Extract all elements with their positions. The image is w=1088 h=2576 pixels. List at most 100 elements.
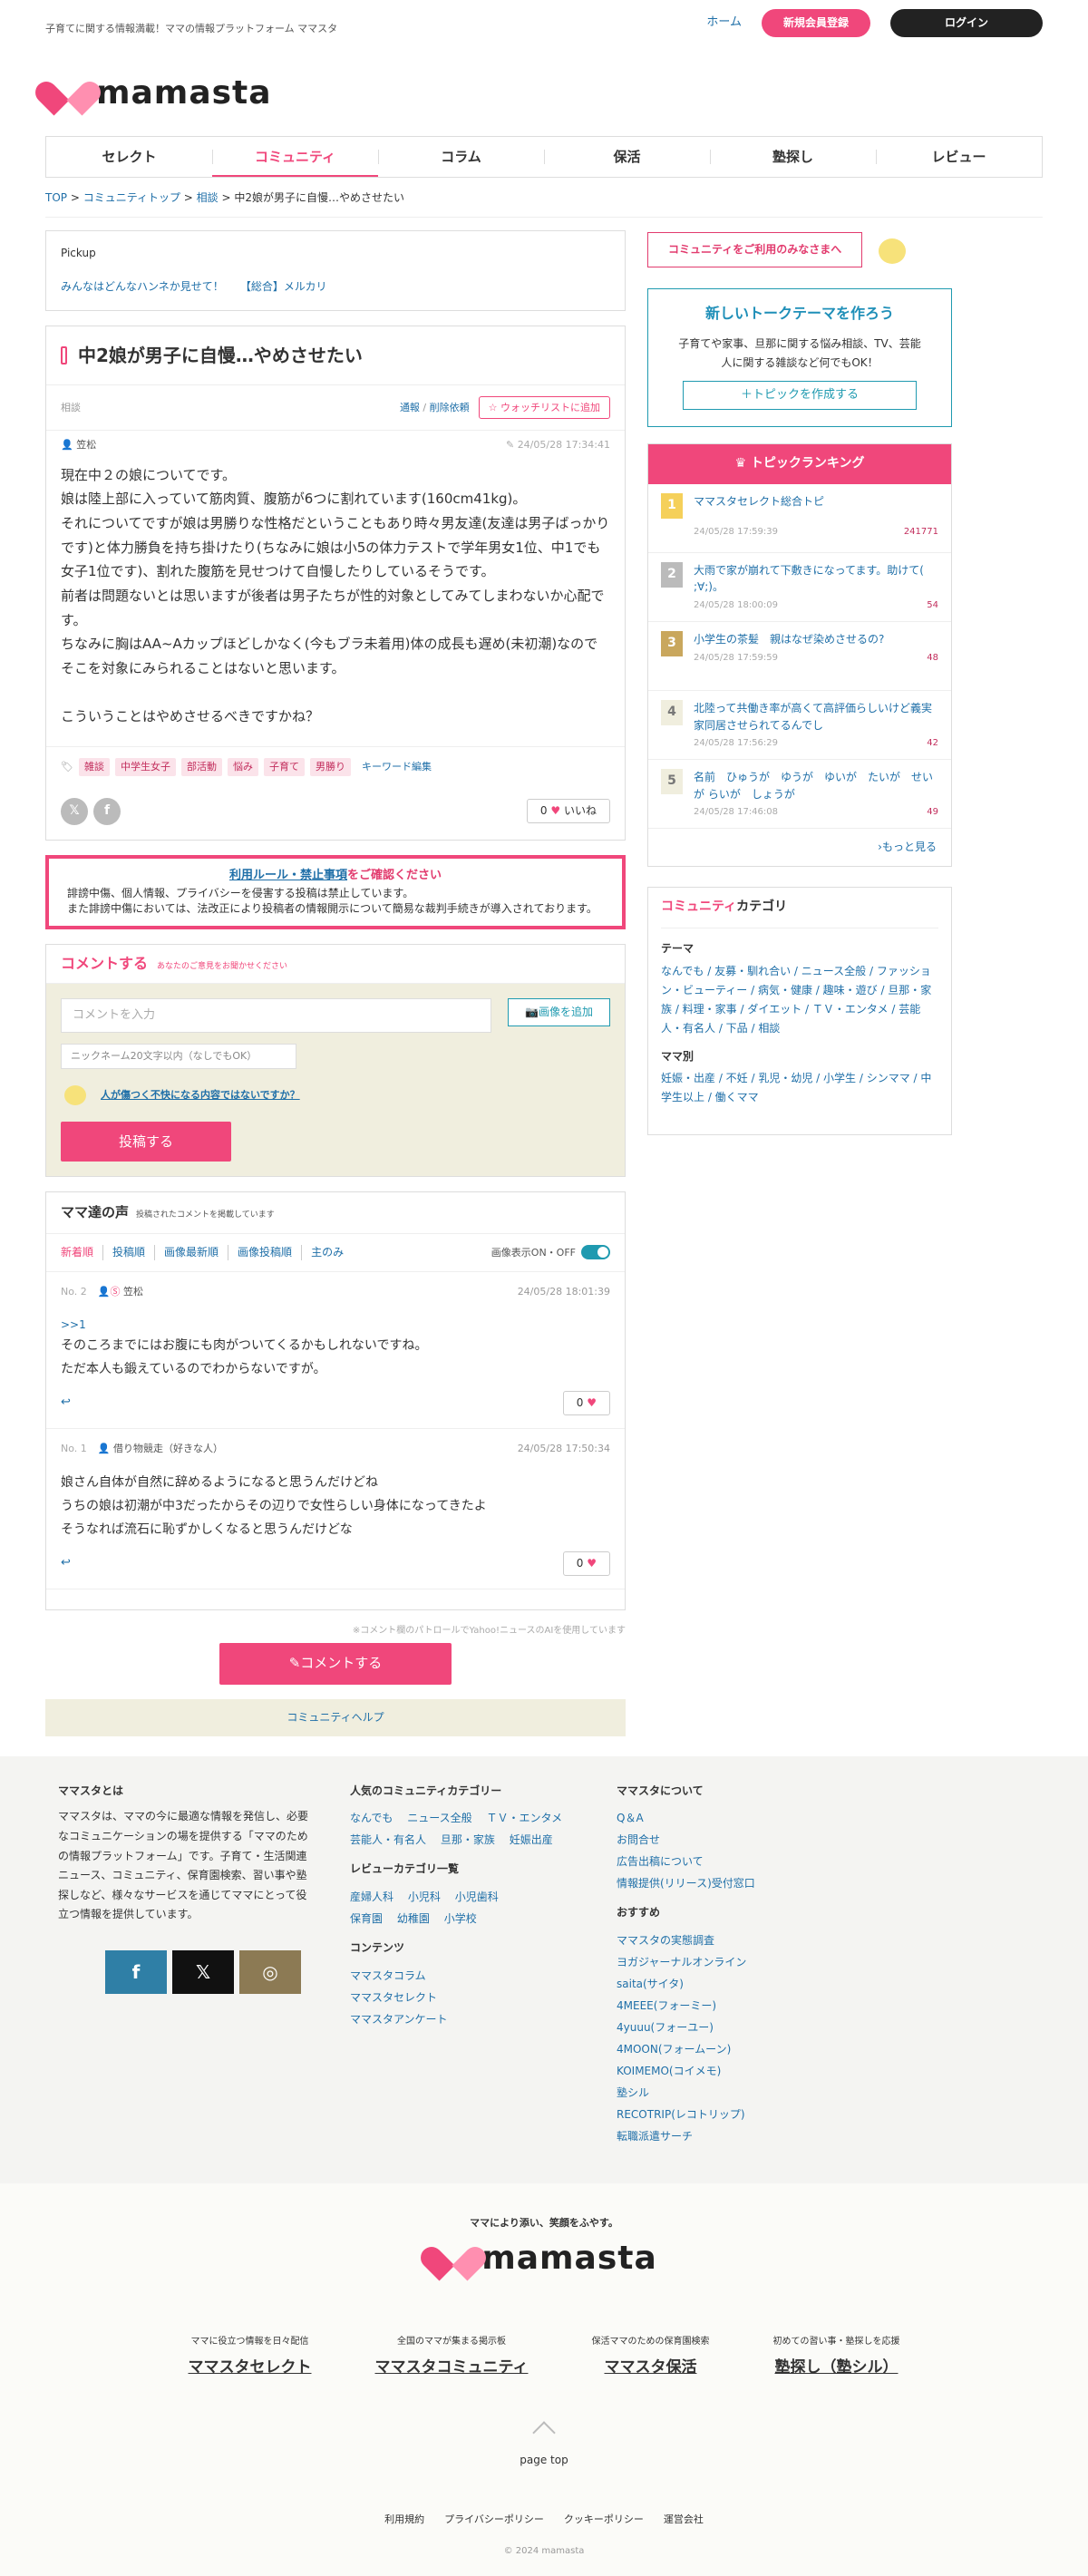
privacy-link[interactable]: プライバシーポリシー <box>444 2513 544 2526</box>
footer-link[interactable]: 4MOON(フォームーン) <box>617 2043 731 2056</box>
footer-link[interactable]: 芸能人・有名人 <box>350 1833 426 1846</box>
reply-icon[interactable]: ↩ <box>61 1555 71 1571</box>
instagram-icon[interactable]: ◎ <box>239 1949 301 1994</box>
tag[interactable]: 雑談 <box>78 758 110 776</box>
breadcrumb-community[interactable]: コミュニティトップ <box>83 191 180 204</box>
footer-link[interactable]: 情報提供(リリース)受付窓口 <box>617 1877 755 1890</box>
facebook-share-icon[interactable]: f <box>93 797 121 825</box>
nav-hokatsu[interactable]: 保活 <box>544 137 710 177</box>
ranking-topic-title[interactable]: 北陸って共働き率が高くて高評価らしいけど義実家同居させられてるんでし <box>694 700 938 734</box>
ranking-item[interactable]: 3 小学生の茶髪 親はなぜ染めさせるの? 24/05/28 17:59:59 48 <box>648 622 951 691</box>
register-button[interactable]: 新規会員登録 <box>761 9 870 37</box>
footer-link[interactable]: ＴＶ・エンタメ <box>486 1812 562 1824</box>
post-button[interactable]: 投稿する <box>61 1122 231 1162</box>
page-top-link[interactable]: page top <box>0 2421 1088 2468</box>
footer-link[interactable]: ニュース全般 <box>407 1812 471 1824</box>
nav-review[interactable]: レビュー <box>876 137 1042 177</box>
nav-community[interactable]: コミュニティ <box>212 137 378 177</box>
ranking-item[interactable]: 2 大雨で家が崩れて下敷きになってます。助けて( ;∀;)。 24/05/28 … <box>648 553 951 622</box>
sort-newest[interactable]: 新着順 <box>61 1245 102 1260</box>
nav-juku[interactable]: 塾探し <box>710 137 876 177</box>
add-image-button[interactable]: 📷画像を追加 <box>508 998 610 1026</box>
ranking-item[interactable]: 4 北陸って共働き率が高くて高評価らしいけど義実家同居させられてるんでし 24/… <box>648 691 951 761</box>
footer-link[interactable]: 産婦人科 <box>350 1891 393 1903</box>
comment-like-button[interactable]: 0 ♥ <box>562 1391 610 1415</box>
footer-link[interactable]: ママスタアンケート <box>350 2013 448 2026</box>
keyword-edit-link[interactable]: キーワード編集 <box>362 760 432 773</box>
nickname-input[interactable]: ニックネーム20文字以内（なしでもOK） <box>61 1044 296 1069</box>
service-link[interactable]: 保活ママのための保育園検索 ママスタ保活 <box>591 2336 709 2379</box>
breadcrumb-top[interactable]: TOP <box>45 191 67 204</box>
footer-link[interactable]: 保育園 <box>350 1912 383 1925</box>
rules-link[interactable]: 利用ルール・禁止事項 <box>229 869 347 882</box>
ranking-topic-title[interactable]: 大雨で家が崩れて下敷きになってます。助けて( ;∀;)。 <box>694 562 938 596</box>
ranking-item[interactable]: 5 名前 ひゅうが ゆうが ゆいが たいが せいが らいが しょうが 24/05… <box>648 760 951 830</box>
sort-posted[interactable]: 投稿順 <box>102 1245 154 1260</box>
tag[interactable]: 悩み <box>227 758 258 776</box>
footer-link[interactable]: ママスタの実態調査 <box>617 1934 714 1947</box>
breadcrumb-category[interactable]: 相談 <box>197 191 219 204</box>
more-link[interactable]: ›もっと見る <box>648 829 951 866</box>
footer-link[interactable]: 広告出稿について <box>617 1855 704 1868</box>
sort-owner-only[interactable]: 主のみ <box>301 1245 353 1260</box>
comment-input[interactable]: コメントを入力 <box>61 998 492 1033</box>
reply-anchor-link[interactable]: >>1 <box>61 1315 610 1335</box>
footer-link[interactable]: 転職派遣サーチ <box>617 2130 693 2143</box>
footer-logo[interactable]: mamasta <box>0 2236 1088 2281</box>
pickup-link[interactable]: 【総合】メルカリ <box>240 280 327 293</box>
ranking-topic-title[interactable]: 名前 ひゅうが ゆうが ゆいが たいが せいが らいが しょうが <box>694 769 938 802</box>
ranking-topic-title[interactable]: ママスタセレクト総合トピ <box>694 493 938 510</box>
footer-link[interactable]: 旦那・家族 <box>441 1833 495 1846</box>
comment-button[interactable]: ✎ コメントする <box>219 1642 452 1685</box>
delete-request-link[interactable]: 削除依頼 <box>430 402 470 413</box>
footer-link[interactable]: ママスタコラム <box>350 1969 426 1982</box>
report-link[interactable]: 通報 <box>400 402 420 413</box>
footer-link[interactable]: RECOTRIP(レコトリップ) <box>617 2108 745 2121</box>
create-topic-button[interactable]: ＋トピックを作成する <box>683 380 917 411</box>
terms-link[interactable]: 利用規約 <box>384 2513 424 2526</box>
reply-icon[interactable]: ↩ <box>61 1395 71 1411</box>
company-link[interactable]: 運営会社 <box>664 2513 704 2526</box>
home-link[interactable]: ホーム <box>706 15 742 31</box>
footer-link[interactable]: ヨガジャーナルオンライン <box>617 1956 746 1968</box>
service-link[interactable]: 初めての習い事・塾探しを応援 塾探し（塾シル） <box>772 2336 899 2379</box>
community-notice-banner[interactable]: コミュニティをご利用のみなさまへ <box>647 232 863 268</box>
footer-link[interactable]: お問合せ <box>617 1833 660 1846</box>
tag[interactable]: 子育て <box>263 758 305 776</box>
theme-links[interactable]: なんでも / 友募・馴れ合い / ニュース全般 / ファッション・ビューティー … <box>661 962 938 1038</box>
tag[interactable]: 中学生女子 <box>114 758 176 776</box>
footer-link[interactable]: 妊娠出産 <box>510 1833 553 1846</box>
footer-link[interactable]: 小児歯科 <box>455 1891 499 1903</box>
sort-image-newest[interactable]: 画像最新順 <box>154 1245 228 1260</box>
ranking-item[interactable]: 1 ママスタセレクト総合トピ 24/05/28 17:59:39 241771 <box>648 484 951 553</box>
footer-link[interactable]: 小学校 <box>444 1912 477 1925</box>
like-button[interactable]: 0 ♥ いいね <box>526 799 610 824</box>
pickup-link[interactable]: みんなはどんなハンネか見せて！ <box>61 280 224 293</box>
nav-column[interactable]: コラム <box>378 137 544 177</box>
footer-link[interactable]: saita(サイタ) <box>617 1978 684 1990</box>
tag[interactable]: 部活動 <box>180 758 222 776</box>
ranking-topic-title[interactable]: 小学生の茶髪 親はなぜ染めさせるの? <box>694 631 938 648</box>
service-link[interactable]: ママに役立つ情報を日々配信 ママスタセレクト <box>189 2336 312 2379</box>
cookie-link[interactable]: クッキーポリシー <box>564 2513 644 2526</box>
tag[interactable]: 男勝り <box>309 758 351 776</box>
login-button[interactable]: ログイン <box>889 9 1043 37</box>
footer-link[interactable]: 塾シル <box>617 2086 649 2099</box>
watchlist-button[interactable]: ☆ ウォッチリストに追加 <box>478 395 610 420</box>
mama-links[interactable]: 妊娠・出産 / 不妊 / 乳児・幼児 / 小学生 / シンママ / 中学生以上 … <box>661 1069 938 1107</box>
logo[interactable]: mamasta <box>31 71 272 116</box>
footer-link[interactable]: KOIMEMO(コイメモ) <box>617 2065 721 2077</box>
footer-link[interactable]: 小児科 <box>408 1891 441 1903</box>
caution-link[interactable]: 人が傷つく不快になる内容ではないですか？ <box>101 1088 300 1102</box>
footer-link[interactable]: 4MEEE(フォーミー) <box>617 1999 716 2012</box>
facebook-icon[interactable]: f <box>105 1949 167 1994</box>
footer-link[interactable]: なんでも <box>350 1812 393 1824</box>
footer-link[interactable]: 4yuuu(フォーユー) <box>617 2021 714 2034</box>
service-link[interactable]: 全国のママが集まる掲示板 ママスタコミュニティ <box>375 2336 529 2379</box>
community-help-link[interactable]: コミュニティヘルプ <box>45 1698 626 1736</box>
comment-like-button[interactable]: 0 ♥ <box>562 1551 610 1576</box>
x-share-icon[interactable]: 𝕏 <box>61 797 88 825</box>
x-icon[interactable]: 𝕏 <box>172 1949 234 1994</box>
image-toggle-switch[interactable] <box>581 1245 610 1260</box>
footer-link[interactable]: Q＆A <box>617 1812 644 1824</box>
